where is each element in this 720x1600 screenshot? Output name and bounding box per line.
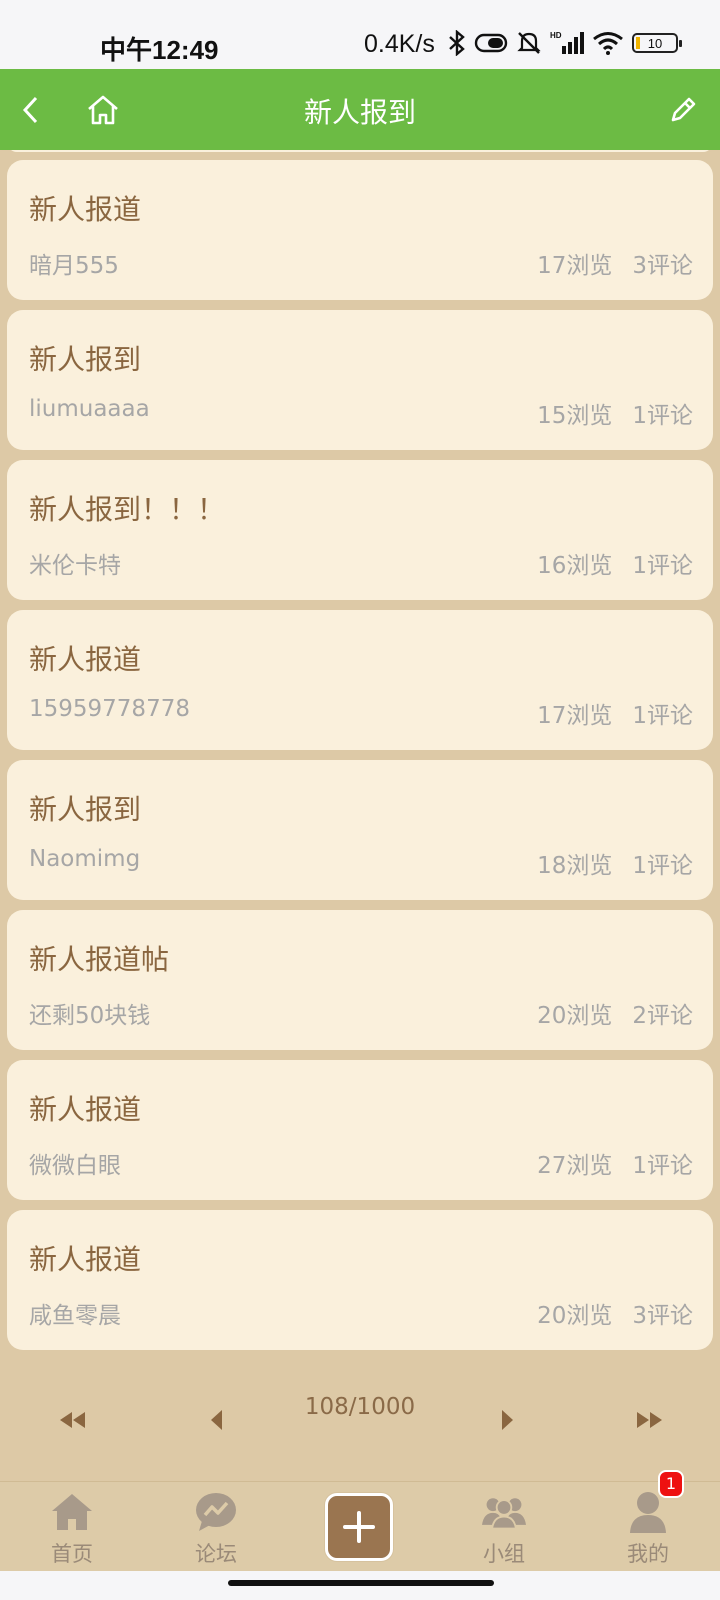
double-right-icon xyxy=(637,1412,662,1428)
post-stats: 27浏览 1评论 xyxy=(537,1146,693,1180)
post-comments: 1评论 xyxy=(632,703,693,729)
post-comments: 1评论 xyxy=(632,853,693,879)
page-title: 新人报到 xyxy=(303,96,416,129)
tab-label: 我的 xyxy=(627,1542,669,1566)
battery-level: 10 xyxy=(647,35,663,51)
tab-forum[interactable]: 论坛 xyxy=(144,1482,288,1572)
tab-home[interactable]: 首页 xyxy=(0,1482,144,1572)
post-comments: 2评论 xyxy=(632,1003,693,1029)
svg-text:HD: HD xyxy=(550,31,562,40)
wifi-icon xyxy=(593,32,623,55)
status-icons: HD 10 xyxy=(448,28,682,58)
post-author: 微微白眼 xyxy=(29,1153,121,1179)
home-icon xyxy=(50,1490,94,1534)
post-stats: 20浏览 2评论 xyxy=(537,996,693,1030)
network-speed: 0.4K/s xyxy=(364,30,435,58)
caret-right-icon xyxy=(502,1410,513,1430)
post-comments: 3评论 xyxy=(632,1303,693,1329)
edit-button[interactable] xyxy=(660,87,706,133)
post-card[interactable]: 新人报道帖 还剩50块钱 20浏览 2评论 xyxy=(7,910,713,1050)
post-author: Naomimg xyxy=(29,846,141,872)
post-stats: 16浏览 1评论 xyxy=(537,546,693,580)
post-author: 暗月555 xyxy=(29,253,119,279)
post-views: 18浏览 xyxy=(537,853,613,879)
post-card[interactable]: 新人报道 暗月555 17浏览 3评论 xyxy=(7,160,713,300)
post-stats: 20浏览 3评论 xyxy=(537,1296,693,1330)
status-time: 中午12:49 xyxy=(100,35,219,65)
post-card[interactable]: 新人报到！！！ 米伦卡特 16浏览 1评论 xyxy=(7,460,713,600)
create-post-button[interactable] xyxy=(325,1493,393,1561)
pagination: 108/1000 xyxy=(0,1370,720,1450)
post-views: 17浏览 xyxy=(537,253,613,279)
tab-label: 小组 xyxy=(483,1542,525,1566)
post-title: 新人报到！！！ xyxy=(29,493,226,526)
post-card[interactable]: 新人报到 Naomimg 18浏览 1评论 xyxy=(7,760,713,900)
bluetooth-icon xyxy=(449,30,465,56)
post-title: 新人报道帖 xyxy=(29,943,170,976)
post-author: 米伦卡特 xyxy=(29,553,121,579)
post-views: 17浏览 xyxy=(537,703,613,729)
post-card[interactable]: 新人报道 15959778778 17浏览 1评论 xyxy=(7,610,713,750)
last-page-button[interactable] xyxy=(630,1400,670,1440)
post-views: 27浏览 xyxy=(537,1153,613,1179)
post-stats: 17浏览 1评论 xyxy=(537,696,693,730)
post-comments: 1评论 xyxy=(632,1153,693,1179)
post-author: 还剩50块钱 xyxy=(29,1003,151,1029)
post-title: 新人报道 xyxy=(29,643,142,676)
notification-badge: 1 xyxy=(658,1470,684,1498)
tab-group[interactable]: 小组 xyxy=(432,1482,576,1572)
post-stats: 18浏览 1评论 xyxy=(537,846,693,880)
post-title: 新人报到 xyxy=(29,343,142,376)
plus-icon xyxy=(343,1511,375,1543)
vibrate-toggle-icon xyxy=(474,33,508,53)
group-icon xyxy=(482,1490,526,1534)
post-views: 20浏览 xyxy=(537,1303,613,1329)
post-card[interactable]: 新人报道 微微白眼 27浏览 1评论 xyxy=(7,1060,713,1200)
post-comments: 3评论 xyxy=(632,253,693,279)
partial-card xyxy=(7,150,713,152)
next-page-button[interactable] xyxy=(488,1400,528,1440)
post-title: 新人报道 xyxy=(29,193,142,226)
post-comments: 1评论 xyxy=(632,553,693,579)
post-title: 新人报道 xyxy=(29,1093,142,1126)
post-stats: 17浏览 3评论 xyxy=(537,246,693,280)
post-card[interactable]: 新人报道 咸鱼零晨 20浏览 3评论 xyxy=(7,1210,713,1350)
post-card[interactable]: 新人报到 liumuaaaa 15浏览 1评论 xyxy=(7,310,713,450)
signal-icon: HD xyxy=(550,31,584,54)
post-author: 咸鱼零晨 xyxy=(29,1303,121,1329)
post-title: 新人报道 xyxy=(29,1243,142,1276)
post-author: liumuaaaa xyxy=(29,396,150,422)
tab-label: 首页 xyxy=(51,1542,93,1566)
post-list: 新人报道 暗月555 17浏览 3评论 新人报到 liumuaaaa 15浏览 … xyxy=(0,150,720,1355)
tab-label: 论坛 xyxy=(195,1542,237,1566)
battery-icon: 10 xyxy=(632,33,682,53)
tab-profile[interactable]: 我的 xyxy=(576,1482,720,1572)
post-views: 15浏览 xyxy=(537,403,613,429)
home-indicator[interactable] xyxy=(228,1580,494,1586)
edit-pencil-icon xyxy=(671,97,696,122)
page-indicator: 108/1000 xyxy=(304,1394,416,1420)
forum-chat-icon xyxy=(194,1490,238,1534)
post-views: 16浏览 xyxy=(537,553,613,579)
post-stats: 15浏览 1评论 xyxy=(537,396,693,430)
post-comments: 1评论 xyxy=(632,403,693,429)
post-title: 新人报到 xyxy=(29,793,142,826)
post-author: 15959778778 xyxy=(29,696,190,722)
post-views: 20浏览 xyxy=(537,1003,613,1029)
status-bar: 中午12:49 0.4K/s HD 10 xyxy=(0,0,720,69)
mute-bell-icon xyxy=(517,32,541,54)
app-header: 新人报到 xyxy=(0,69,720,150)
